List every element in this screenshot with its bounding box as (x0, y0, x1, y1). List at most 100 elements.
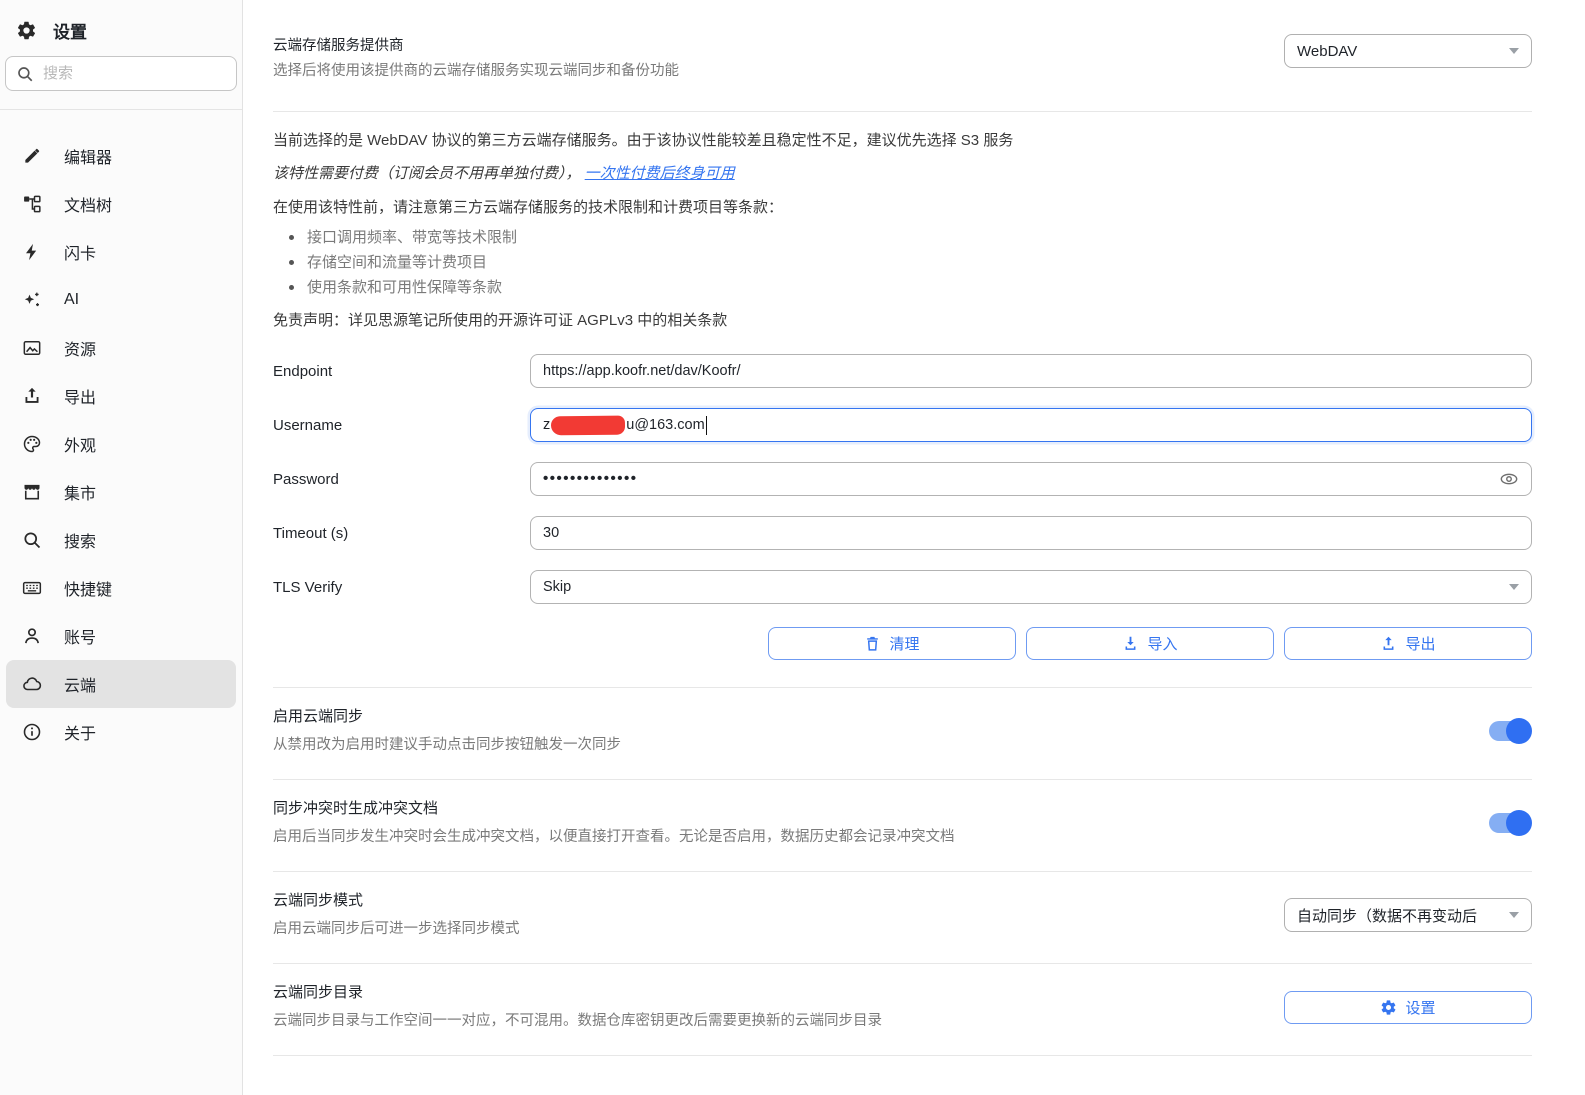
sidebar-item-label: 快捷键 (64, 582, 113, 599)
enable-cloud-sync-row: 启用云端同步 从禁用改为启用时建议手动点击同步按钮触发一次同步 (273, 687, 1532, 780)
cloud-settings-panel: 云端存储服务提供商 选择后将使用该提供商的云端存储服务实现云端同步和备份功能 W… (243, 0, 1585, 1095)
endpoint-input[interactable] (530, 354, 1532, 388)
provider-select-value: WebDAV (1297, 42, 1358, 60)
endpoint-label: Endpoint (273, 362, 333, 380)
trash-icon (864, 635, 881, 652)
sync-dir-settings-button[interactable]: 设置 (1284, 990, 1532, 1024)
endpoint-row: Endpoint (273, 354, 1532, 388)
sparkles-icon (22, 290, 42, 310)
provider-select[interactable]: WebDAV (1284, 34, 1532, 68)
sidebar-item-export[interactable]: 导出 (6, 372, 236, 420)
provider-section: 云端存储服务提供商 选择后将使用该提供商的云端存储服务实现云端同步和备份功能 W… (273, 34, 1532, 84)
clean-button-label: 清理 (889, 636, 920, 653)
sidebar-item-search[interactable]: 搜索 (6, 516, 236, 564)
sync-mode-row: 云端同步模式 启用云端同步后可进一步选择同步模式 自动同步（数据不再变动后 (273, 872, 1532, 964)
webdav-actions: 清理 导入 导出 (273, 627, 1532, 660)
sidebar-item-label: 闪卡 (64, 246, 97, 263)
sidebar-item-appearance[interactable]: 外观 (6, 420, 236, 468)
sidebar-item-label: 云端 (64, 678, 97, 695)
sidebar-nav: 编辑器 文档树 闪卡 AI 资源 导出 外观 集市 搜索 快捷键 账号 云端 关… (0, 132, 242, 756)
provider-title: 云端存储服务提供商 (273, 38, 404, 54)
tls-verify-row: TLS Verify Skip (273, 570, 1532, 604)
search-icon (16, 65, 34, 83)
sidebar-item-label: 账号 (64, 630, 97, 647)
username-input[interactable]: z u@163.com (530, 408, 1532, 442)
password-input[interactable]: •••••••••••••• (530, 462, 1532, 496)
image-icon (22, 338, 42, 358)
store-icon (22, 482, 42, 502)
timeout-label: Timeout (s) (273, 524, 349, 542)
sidebar-item-about[interactable]: 关于 (6, 708, 236, 756)
gear-icon (16, 20, 37, 41)
info-icon (22, 722, 42, 742)
sidebar-item-account[interactable]: 账号 (6, 612, 236, 660)
enable-cloud-sync-toggle[interactable] (1486, 718, 1532, 744)
row-description: 从禁用改为启用时建议手动点击同步按钮触发一次同步 (273, 737, 621, 753)
section-divider (273, 111, 1532, 112)
row-description: 云端同步目录与工作空间一一对应，不可混用。数据仓库密钥更改后需要更换新的云端同步… (273, 1013, 882, 1029)
import-button[interactable]: 导入 (1026, 627, 1274, 660)
notice-bullet: 接口调用频率、带宽等技术限制 (273, 225, 1532, 250)
import-button-label: 导入 (1147, 636, 1178, 653)
search-icon (22, 530, 42, 550)
redaction-scribble (551, 415, 626, 435)
sidebar-divider (0, 109, 242, 110)
sidebar-search-input[interactable] (43, 65, 242, 82)
password-masked-value: •••••••••••••• (543, 469, 638, 487)
chevron-down-icon (1509, 48, 1519, 54)
webdav-form: Endpoint Username z u@163.com Password ••… (273, 354, 1532, 604)
sync-mode-value: 自动同步（数据不再变动后 (1297, 907, 1478, 925)
username-label: Username (273, 416, 343, 434)
sidebar-item-label: 导出 (64, 390, 97, 407)
toggle-knob (1506, 810, 1532, 836)
sidebar-item-flashcard[interactable]: 闪卡 (6, 228, 236, 276)
timeout-row: Timeout (s) (273, 516, 1532, 550)
timeout-input[interactable] (530, 516, 1532, 550)
username-value-suffix: u@163.com (626, 417, 705, 433)
sidebar-item-ai[interactable]: AI (6, 276, 236, 324)
notice-line1: 当前选择的是 WebDAV 协议的第三方云端存储服务。由于该协议性能较差且稳定性… (273, 132, 1014, 149)
upload-icon (1380, 635, 1397, 652)
sidebar-search-box[interactable] (5, 56, 242, 91)
sidebar-item-cloud[interactable]: 云端 (6, 660, 236, 708)
username-row: Username z u@163.com (273, 408, 1532, 442)
eye-icon[interactable] (1499, 469, 1519, 489)
row-description: 启用云端同步后可进一步选择同步模式 (273, 921, 520, 937)
clean-button[interactable]: 清理 (768, 627, 1016, 660)
notice-line2-text: 该特性需要付费（订阅会员不用再单独付费）， (273, 165, 585, 182)
sidebar-item-doc-tree[interactable]: 文档树 (6, 180, 236, 228)
sidebar-item-marketplace[interactable]: 集市 (6, 468, 236, 516)
lifetime-license-link[interactable]: 一次性付费后终身可用 (585, 165, 735, 182)
settings-title: 设置 (53, 22, 87, 42)
sidebar-item-label: 编辑器 (64, 150, 113, 167)
sidebar-item-label: 集市 (64, 486, 97, 503)
conflict-doc-toggle[interactable] (1486, 810, 1532, 836)
chevron-down-icon (1509, 584, 1519, 590)
sidebar-item-hotkeys[interactable]: 快捷键 (6, 564, 236, 612)
notice-bullet: 存储空间和流量等计费项目 (273, 250, 1532, 275)
export-icon (22, 386, 42, 406)
pencil-icon (22, 146, 42, 166)
tls-verify-select[interactable]: Skip (530, 570, 1532, 604)
sync-dir-settings-label: 设置 (1405, 999, 1436, 1017)
account-icon (22, 626, 42, 646)
notice-disclaimer: 免责声明：详见思源笔记所使用的开源许可证 AGPLv3 中的相关条款 (273, 312, 728, 329)
download-icon (1122, 635, 1139, 652)
export-button[interactable]: 导出 (1284, 627, 1532, 660)
chevron-down-icon (1509, 912, 1519, 918)
provider-description: 选择后将使用该提供商的云端存储服务实现云端同步和备份功能 (273, 63, 679, 79)
notice-line2: 该特性需要付费（订阅会员不用再单独付费）， 一次性付费后终身可用 (273, 156, 1532, 191)
sync-mode-select[interactable]: 自动同步（数据不再变动后 (1284, 898, 1532, 932)
toggle-knob (1506, 718, 1532, 744)
password-row: Password •••••••••••••• (273, 462, 1532, 496)
sidebar-item-assets[interactable]: 资源 (6, 324, 236, 372)
username-value-prefix: z (543, 417, 551, 433)
gear-icon (1380, 999, 1397, 1016)
webdav-notice: 当前选择的是 WebDAV 协议的第三方云端存储服务。由于该协议性能较差且稳定性… (273, 126, 1532, 336)
export-button-label: 导出 (1405, 636, 1436, 653)
sidebar-item-editor[interactable]: 编辑器 (6, 132, 236, 180)
sync-dir-row: 云端同步目录 云端同步目录与工作空间一一对应，不可混用。数据仓库密钥更改后需要更… (273, 964, 1532, 1056)
sidebar-item-label: AI (64, 291, 80, 308)
notice-bullet: 使用条款和可用性保障等条款 (273, 275, 1532, 300)
sidebar-item-label: 外观 (64, 438, 97, 455)
